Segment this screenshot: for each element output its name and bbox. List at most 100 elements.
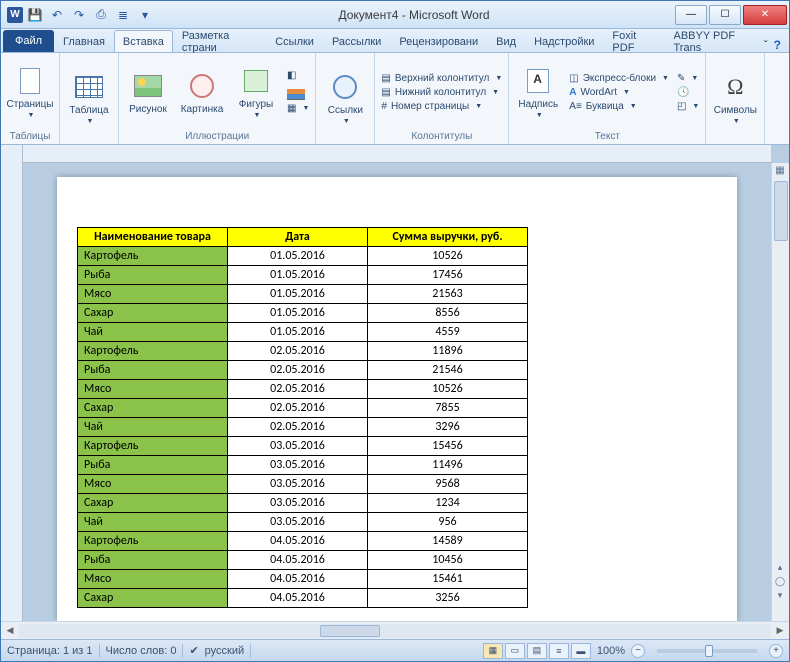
table-row[interactable]: Чай01.05.20164559 (78, 323, 528, 342)
table-row[interactable]: Картофель01.05.201610526 (78, 247, 528, 266)
table-cell[interactable]: Мясо (78, 380, 228, 399)
view-web[interactable]: ▤ (527, 643, 547, 659)
footer-button[interactable]: ▤ Нижний колонтитул ▼ (379, 86, 504, 99)
data-table[interactable]: Наименование товараДатаСумма выручки, ру… (77, 227, 528, 608)
table-cell[interactable]: 01.05.2016 (228, 323, 368, 342)
table-cell[interactable]: 10526 (368, 380, 528, 399)
scrollbar-thumb[interactable] (774, 181, 788, 241)
clipart-button[interactable]: Картинка (177, 68, 227, 117)
table-cell[interactable]: 02.05.2016 (228, 380, 368, 399)
tab-надстройки[interactable]: Надстройки (525, 30, 603, 52)
table-row[interactable]: Мясо02.05.201610526 (78, 380, 528, 399)
table-cell[interactable]: 956 (368, 513, 528, 532)
table-row[interactable]: Картофель03.05.201615456 (78, 437, 528, 456)
table-cell[interactable]: 01.05.2016 (228, 285, 368, 304)
table-cell[interactable]: 02.05.2016 (228, 418, 368, 437)
qat-save[interactable]: 💾 (25, 5, 45, 25)
qat-redo[interactable]: ↷ (69, 5, 89, 25)
qat-undo[interactable]: ↶ (47, 5, 67, 25)
tab-file[interactable]: Файл (3, 30, 54, 52)
table-cell[interactable]: 14589 (368, 532, 528, 551)
table-cell[interactable]: Чай (78, 513, 228, 532)
help-icon[interactable]: ? (774, 38, 781, 52)
picture-button[interactable]: Рисунок (123, 68, 173, 117)
horizontal-scrollbar[interactable]: ◀ ▶ (1, 621, 789, 639)
tab-abbyy-pdf-trans[interactable]: ABBYY PDF Trans (665, 30, 764, 52)
tab-главная[interactable]: Главная (54, 30, 114, 52)
datetime-button[interactable]: 🕓 (675, 86, 701, 99)
prev-page-icon[interactable]: ▴ (778, 562, 783, 573)
header-button[interactable]: ▤ Верхний колонтитул ▼ (379, 72, 504, 85)
table-row[interactable]: Картофель04.05.201614589 (78, 532, 528, 551)
table-cell[interactable]: 3256 (368, 589, 528, 608)
table-row[interactable]: Мясо04.05.201615461 (78, 570, 528, 589)
tab-рецензировани[interactable]: Рецензировани (390, 30, 487, 52)
table-cell[interactable]: 02.05.2016 (228, 342, 368, 361)
table-cell[interactable]: Чай (78, 323, 228, 342)
screenshot-button[interactable]: ▦▼ (285, 102, 311, 115)
pages-button[interactable]: Страницы▼ (5, 63, 55, 121)
table-cell[interactable]: 17456 (368, 266, 528, 285)
table-cell[interactable]: 03.05.2016 (228, 437, 368, 456)
table-cell[interactable]: 01.05.2016 (228, 266, 368, 285)
table-cell[interactable]: Мясо (78, 570, 228, 589)
table-row[interactable]: Мясо03.05.20169568 (78, 475, 528, 494)
scroll-left-icon[interactable]: ◀ (1, 623, 19, 639)
table-cell[interactable]: 15456 (368, 437, 528, 456)
table-cell[interactable]: 3296 (368, 418, 528, 437)
tab-вид[interactable]: Вид (487, 30, 525, 52)
shapes-button[interactable]: Фигуры▼ (231, 63, 281, 121)
table-cell[interactable]: Мясо (78, 285, 228, 304)
table-cell[interactable]: Рыба (78, 456, 228, 475)
table-cell[interactable]: Картофель (78, 247, 228, 266)
table-row[interactable]: Сахар01.05.20168556 (78, 304, 528, 323)
tab-разметка-страни[interactable]: Разметка страни (173, 30, 266, 52)
table-cell[interactable]: 04.05.2016 (228, 589, 368, 608)
qat-extra1[interactable]: ⎙ (91, 5, 111, 25)
status-words[interactable]: Число слов: 0 (106, 645, 177, 657)
table-cell[interactable]: 03.05.2016 (228, 475, 368, 494)
table-row[interactable]: Сахар02.05.20167855 (78, 399, 528, 418)
textbox-button[interactable]: Надпись▼ (513, 63, 563, 121)
tab-foxit-pdf[interactable]: Foxit PDF (603, 30, 664, 52)
table-cell[interactable]: Сахар (78, 304, 228, 323)
symbols-button[interactable]: Ω Символы▼ (710, 69, 760, 127)
table-row[interactable]: Мясо01.05.201621563 (78, 285, 528, 304)
chart-button[interactable] (285, 83, 311, 101)
zoom-in-button[interactable]: + (769, 644, 783, 658)
tab-рассылки[interactable]: Рассылки (323, 30, 390, 52)
view-print-layout[interactable]: ▦ (483, 643, 503, 659)
scroll-right-icon[interactable]: ▶ (771, 623, 789, 639)
smartart-button[interactable]: ◧ (285, 69, 311, 82)
page-number-button[interactable]: # Номер страницы ▼ (379, 100, 504, 113)
table-row[interactable]: Рыба03.05.201611496 (78, 456, 528, 475)
table-row[interactable]: Чай02.05.20163296 (78, 418, 528, 437)
table-cell[interactable]: 21563 (368, 285, 528, 304)
table-button[interactable]: Таблица▼ (64, 69, 114, 127)
table-cell[interactable]: 02.05.2016 (228, 399, 368, 418)
maximize-button[interactable]: ☐ (709, 5, 741, 25)
table-cell[interactable]: 01.05.2016 (228, 304, 368, 323)
table-cell[interactable]: Мясо (78, 475, 228, 494)
table-cell[interactable]: Рыба (78, 361, 228, 380)
table-cell[interactable]: 15461 (368, 570, 528, 589)
status-page[interactable]: Страница: 1 из 1 (7, 645, 93, 657)
table-row[interactable]: Картофель02.05.201611896 (78, 342, 528, 361)
table-cell[interactable]: 03.05.2016 (228, 494, 368, 513)
table-row[interactable]: Сахар03.05.20161234 (78, 494, 528, 513)
view-draft[interactable]: ▬ (571, 643, 591, 659)
view-reading[interactable]: ▭ (505, 643, 525, 659)
table-cell[interactable]: 21546 (368, 361, 528, 380)
table-cell[interactable]: 11496 (368, 456, 528, 475)
table-cell[interactable]: 7855 (368, 399, 528, 418)
wordart-button[interactable]: A WordArt ▼ (567, 86, 671, 99)
hscroll-thumb[interactable] (320, 625, 380, 637)
table-cell[interactable]: 1234 (368, 494, 528, 513)
object-button[interactable]: ◰▼ (675, 100, 701, 113)
table-cell[interactable]: Рыба (78, 551, 228, 570)
table-cell[interactable]: 11896 (368, 342, 528, 361)
table-cell[interactable]: 04.05.2016 (228, 532, 368, 551)
document-page[interactable]: Наименование товараДатаСумма выручки, ру… (57, 177, 737, 621)
table-cell[interactable]: Сахар (78, 494, 228, 513)
minimize-button[interactable]: — (675, 5, 707, 25)
